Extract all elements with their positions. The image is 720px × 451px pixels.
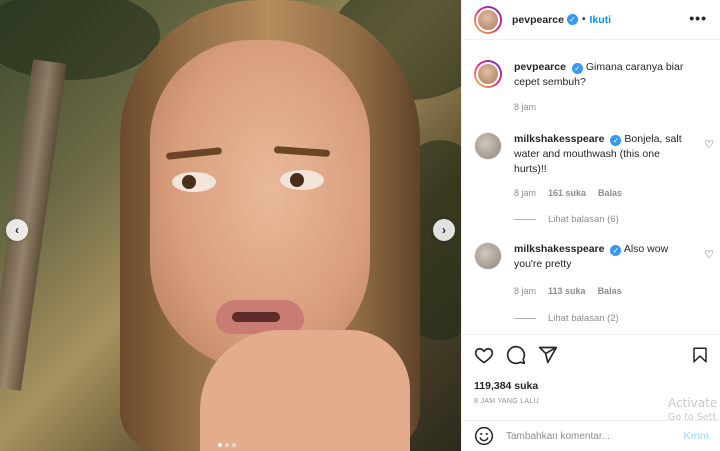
carousel-dot <box>232 443 236 447</box>
view-replies-label: Lihat balasan (2) <box>548 313 619 324</box>
view-replies-button[interactable]: Lihat balasan (2) <box>514 313 619 324</box>
comment-meta: 8 jam 113 suka Balas <box>514 286 622 296</box>
comment-body: milkshakesspeare ✓ Bonjela, salt water an… <box>514 132 694 177</box>
author-username[interactable]: pevpearce <box>512 14 564 26</box>
like-comment-heart-icon[interactable]: ♡ <box>704 138 714 151</box>
post-details-panel: pevpearce ✓ • Ikuti ••• pevpearce ✓ Giman… <box>461 0 720 451</box>
comments-list[interactable]: pevpearce ✓ Gimana caranya biar cepet sem… <box>462 40 720 334</box>
avatar[interactable] <box>474 242 502 270</box>
post-photo[interactable]: ‹ › <box>0 0 461 451</box>
avatar[interactable] <box>474 5 502 34</box>
post-comment-button[interactable]: Kirim <box>683 431 709 442</box>
eye <box>172 172 216 192</box>
post-header: pevpearce ✓ • Ikuti ••• <box>462 0 720 40</box>
foliage <box>0 0 160 80</box>
post-actions: 119,384 suka <box>462 334 720 394</box>
follow-button[interactable]: Ikuti <box>589 14 611 26</box>
reply-button[interactable]: Balas <box>598 286 622 296</box>
caption: pevpearce ✓ Gimana caranya biar cepet sem… <box>474 60 714 120</box>
verified-badge-icon: ✓ <box>610 135 622 146</box>
chevron-right-icon: › <box>442 223 446 237</box>
list-item: milkshakesspeare ✓ Bonjela, salt water an… <box>474 132 714 232</box>
carousel-next-button[interactable]: › <box>433 219 455 241</box>
comment-time[interactable]: 8 jam <box>514 286 536 296</box>
watermark-line1: Activate <box>668 396 718 410</box>
verified-badge-icon: ✓ <box>610 245 622 256</box>
verified-badge-icon: ✓ <box>571 63 583 74</box>
like-comment-heart-icon[interactable]: ♡ <box>704 248 714 261</box>
avatar[interactable] <box>474 60 502 88</box>
save-bookmark-icon[interactable] <box>691 345 709 365</box>
watermark-line2: Go to Sett <box>668 412 717 423</box>
comment-username[interactable]: milkshakesspeare <box>514 133 604 145</box>
view-replies-label: Lihat balasan (6) <box>548 214 619 225</box>
comment-bubble-icon[interactable] <box>506 345 526 365</box>
caption-body: pevpearce ✓ Gimana caranya biar cepet sem… <box>514 60 699 90</box>
caption-time[interactable]: 8 jam <box>514 102 536 112</box>
comment-time[interactable]: 8 jam <box>514 188 536 198</box>
comment-likes[interactable]: 113 suka <box>548 286 586 296</box>
eye <box>280 170 324 190</box>
caption-username[interactable]: pevpearce <box>514 61 566 73</box>
view-replies-button[interactable]: Lihat balasan (6) <box>514 214 619 225</box>
carousel-indicator <box>218 443 236 447</box>
avatar[interactable] <box>474 132 502 160</box>
emoji-icon[interactable] <box>474 426 494 446</box>
separator-dot: • <box>581 14 586 25</box>
more-options-icon[interactable]: ••• <box>689 10 707 26</box>
reply-button[interactable]: Balas <box>598 188 622 198</box>
list-item: milkshakesspeare ✓ Also wow you're pretty… <box>474 242 714 332</box>
likes-count[interactable]: 119,384 suka <box>474 380 538 392</box>
hand <box>200 330 410 451</box>
comment-body: milkshakesspeare ✓ Also wow you're pretty <box>514 242 694 272</box>
comment-composer: Kirim <box>462 420 720 451</box>
carousel-prev-button[interactable]: ‹ <box>6 219 28 241</box>
comment-likes[interactable]: 161 suka <box>548 188 586 198</box>
replies-divider <box>514 219 536 220</box>
post-timestamp[interactable]: 8 JAM YANG LALU <box>474 398 539 405</box>
verified-badge-icon: ✓ <box>566 14 578 25</box>
comment-meta: 8 jam 161 suka Balas <box>514 188 622 198</box>
comment-input[interactable] <box>506 430 676 442</box>
share-send-icon[interactable] <box>538 345 558 365</box>
like-heart-icon[interactable] <box>474 345 494 365</box>
carousel-dot <box>225 443 229 447</box>
chevron-left-icon: ‹ <box>15 223 19 237</box>
caption-meta: 8 jam <box>514 102 536 112</box>
windows-activation-watermark: Activate Go to Sett <box>668 396 717 423</box>
replies-divider <box>514 318 536 319</box>
carousel-dot <box>218 443 222 447</box>
lips <box>216 300 304 334</box>
comment-username[interactable]: milkshakesspeare <box>514 243 604 255</box>
